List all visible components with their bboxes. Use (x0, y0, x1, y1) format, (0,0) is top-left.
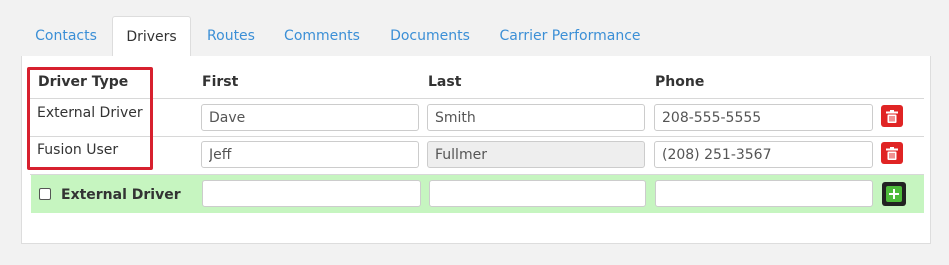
add-driver-button[interactable] (882, 182, 906, 206)
header-driver-type: Driver Type (38, 74, 129, 90)
new-last-name-input[interactable] (429, 180, 646, 207)
header-last: Last (428, 74, 462, 90)
row-driver-type: Fusion User (37, 142, 119, 158)
header-phone: Phone (655, 74, 705, 90)
last-name-input (427, 141, 645, 168)
add-button-face (886, 186, 902, 202)
row-divider (30, 136, 924, 137)
trash-icon (886, 146, 898, 160)
tab-carrier-performance[interactable]: Carrier Performance (489, 16, 651, 56)
external-driver-checkbox[interactable] (39, 188, 51, 200)
new-phone-input[interactable] (655, 180, 873, 207)
plus-icon (889, 189, 899, 199)
header-first: First (202, 74, 239, 90)
tab-drivers[interactable]: Drivers (112, 16, 191, 57)
last-name-input[interactable] (427, 104, 645, 131)
header-divider (30, 98, 924, 99)
tab-bar: Contacts Drivers Routes Comments Documen… (22, 16, 931, 57)
tab-routes[interactable]: Routes (195, 16, 267, 56)
tab-contacts[interactable]: Contacts (22, 16, 110, 56)
new-first-name-input[interactable] (202, 180, 421, 207)
tab-documents[interactable]: Documents (379, 16, 481, 56)
first-name-input[interactable] (201, 104, 419, 131)
phone-input[interactable] (654, 104, 873, 131)
delete-driver-button[interactable] (881, 105, 903, 127)
tab-comments[interactable]: Comments (272, 16, 372, 56)
delete-driver-button[interactable] (881, 142, 903, 164)
external-driver-checkbox-label: External Driver (61, 187, 181, 203)
new-driver-row: External Driver (31, 175, 924, 213)
drivers-panel: Driver Type First Last Phone External Dr… (21, 56, 931, 244)
trash-icon (886, 109, 898, 123)
first-name-input[interactable] (201, 141, 419, 168)
phone-input[interactable] (654, 141, 873, 168)
row-driver-type: External Driver (37, 105, 143, 121)
